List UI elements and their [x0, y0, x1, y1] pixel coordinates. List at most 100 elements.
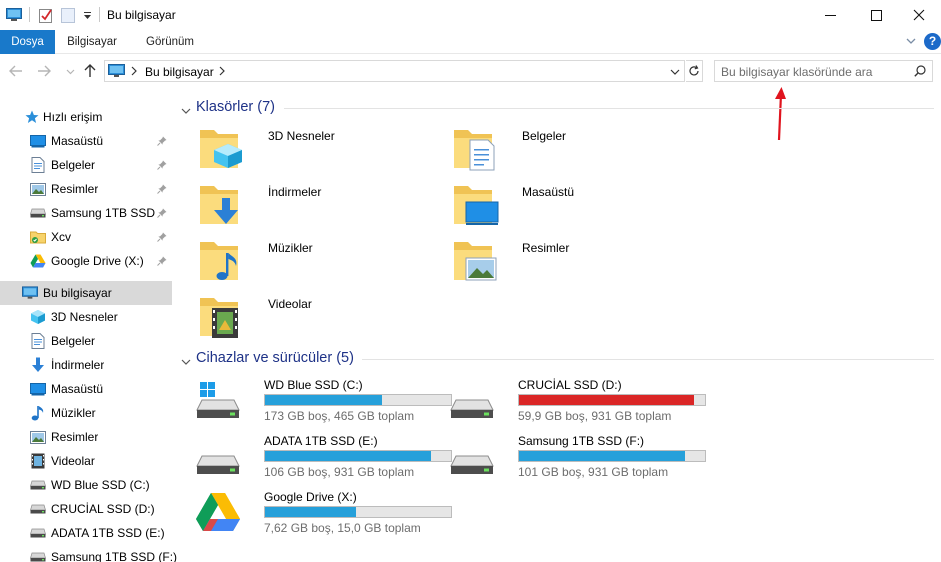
- sidebar-item[interactable]: Belgeler: [0, 153, 172, 177]
- pictures-icon: [30, 429, 46, 445]
- sidebar-item[interactable]: Belgeler: [0, 329, 172, 353]
- folder-item[interactable]: Belgeler: [452, 124, 702, 176]
- folder-name: Belgeler: [522, 129, 567, 143]
- pin-icon[interactable]: [157, 255, 167, 269]
- breadcrumb-chevron-icon[interactable]: [130, 65, 138, 80]
- file-list: Klasörler (7) 3D Nesneler Belgeler İndirme…: [176, 88, 941, 562]
- title-separator: [29, 7, 30, 22]
- group-header-drives[interactable]: Cihazlar ve sürücüler (5): [176, 349, 361, 369]
- minimize-button[interactable]: [807, 0, 853, 30]
- help-icon[interactable]: ?: [924, 33, 941, 50]
- breadcrumb-this-pc[interactable]: Bu bilgisayar: [145, 65, 214, 79]
- pin-icon[interactable]: [157, 231, 167, 245]
- search-input[interactable]: [721, 64, 906, 79]
- computer-icon: [108, 64, 125, 81]
- drive-item[interactable]: ADATA 1TB SSD (E:) 106 GB boş, 931 GB top…: [194, 432, 452, 484]
- drive-item[interactable]: WD Blue SSD (C:) 173 GB boş, 465 GB topla…: [194, 376, 452, 428]
- sidebar-item-label: İndirmeler: [51, 358, 105, 372]
- drive-name: WD Blue SSD (C:): [264, 378, 363, 392]
- folder-item[interactable]: 3D Nesneler: [198, 124, 448, 176]
- properties-icon[interactable]: [37, 6, 55, 24]
- sidebar-item[interactable]: Samsung 1TB SSD (F:): [0, 201, 172, 225]
- videos-icon: [30, 453, 46, 469]
- back-arrow-icon[interactable]: [8, 63, 24, 79]
- computer-icon[interactable]: [4, 6, 24, 24]
- drive-space-info: 106 GB boş, 931 GB toplam: [264, 465, 415, 479]
- pin-icon[interactable]: [157, 135, 167, 149]
- folder-item[interactable]: Masaüstü: [452, 180, 702, 232]
- address-dropdown-icon[interactable]: [670, 66, 680, 80]
- desktop-icon: [30, 133, 46, 149]
- folder-name: Videolar: [268, 297, 312, 311]
- pictures-icon: [30, 181, 46, 197]
- tab-computer[interactable]: Bilgisayar: [60, 30, 124, 54]
- search-box[interactable]: [714, 60, 933, 82]
- sidebar-item[interactable]: ADATA 1TB SSD (E:): [0, 521, 172, 545]
- new-folder-icon[interactable]: [59, 6, 77, 24]
- close-button[interactable]: [896, 0, 941, 30]
- drive-icon: [194, 432, 242, 480]
- sidebar-item-label: Samsung 1TB SSD (F:): [51, 550, 178, 562]
- sidebar-item-label: Resimler: [51, 182, 99, 196]
- folder-name: İndirmeler: [268, 185, 322, 199]
- drive-usage-bar: [518, 394, 706, 406]
- sidebar-item[interactable]: 3D Nesneler: [0, 305, 172, 329]
- forward-arrow-icon[interactable]: [36, 63, 52, 79]
- title-bar: Bu bilgisayar: [0, 0, 941, 30]
- pin-icon[interactable]: [157, 207, 167, 221]
- folder-item[interactable]: Videolar: [198, 292, 448, 344]
- drive-usage-bar: [518, 450, 706, 462]
- pin-icon[interactable]: [157, 183, 167, 197]
- group-header-folders[interactable]: Klasörler (7): [176, 98, 286, 118]
- drive-icon: [448, 376, 496, 424]
- google-drive-icon: [30, 253, 46, 269]
- star-icon: [24, 109, 40, 125]
- sidebar-item[interactable]: Xcv: [0, 225, 172, 249]
- sidebar-item-label: 3D Nesneler: [51, 310, 118, 324]
- drive-name: CRUCİAL SSD (D:): [518, 378, 622, 392]
- tab-file[interactable]: Dosya: [0, 30, 55, 54]
- sidebar-item[interactable]: Google Drive (X:): [0, 249, 172, 273]
- sidebar-item[interactable]: CRUCİAL SSD (D:): [0, 497, 172, 521]
- collapse-chevron-icon[interactable]: [181, 104, 191, 118]
- search-icon[interactable]: [914, 65, 926, 80]
- folder-item[interactable]: Resimler: [452, 236, 702, 288]
- address-bar[interactable]: Bu bilgisayar: [104, 60, 685, 82]
- drive-item[interactable]: Google Drive (X:) 7,62 GB boş, 15,0 GB to…: [194, 488, 452, 540]
- sidebar-item[interactable]: Müzikler: [0, 401, 172, 425]
- pin-icon[interactable]: [157, 159, 167, 173]
- drive-item[interactable]: Samsung 1TB SSD (F:) 101 GB boş, 931 GB t…: [448, 432, 706, 484]
- folder-item[interactable]: Müzikler: [198, 236, 448, 288]
- window-title: Bu bilgisayar: [107, 8, 176, 22]
- sidebar-item[interactable]: Resimler: [0, 177, 172, 201]
- drive-item[interactable]: CRUCİAL SSD (D:) 59,9 GB boş, 931 GB topl…: [448, 376, 706, 428]
- sidebar-item[interactable]: WD Blue SSD (C:): [0, 473, 172, 497]
- sidebar-item-label: Resimler: [51, 430, 99, 444]
- sidebar-item[interactable]: Masaüstü: [0, 129, 172, 153]
- sidebar-item-label: ADATA 1TB SSD (E:): [51, 526, 165, 540]
- pictures-folder-icon: [452, 236, 500, 284]
- sidebar-item[interactable]: Samsung 1TB SSD (F:): [0, 545, 177, 562]
- sidebar-item-this-pc[interactable]: Bu bilgisayar: [0, 281, 172, 305]
- up-arrow-icon[interactable]: [82, 63, 98, 79]
- sidebar-item[interactable]: Masaüstü: [0, 377, 172, 401]
- group-divider: [284, 108, 934, 109]
- folder-item[interactable]: İndirmeler: [198, 180, 448, 232]
- recent-locations-chevron-icon[interactable]: [62, 63, 78, 79]
- maximize-button[interactable]: [853, 0, 899, 30]
- sidebar-item[interactable]: Videolar: [0, 449, 172, 473]
- drive-usage-fill: [519, 451, 685, 461]
- breadcrumb-chevron-icon[interactable]: [218, 65, 226, 80]
- tab-view[interactable]: Görünüm: [136, 30, 204, 54]
- music-folder-icon: [198, 236, 246, 284]
- drive-icon: [30, 501, 46, 517]
- collapse-chevron-icon[interactable]: [181, 355, 191, 369]
- refresh-icon: [689, 65, 699, 76]
- sidebar-item[interactable]: İndirmeler: [0, 353, 172, 377]
- sidebar-item-quick-access[interactable]: Hızlı erişim: [0, 105, 172, 129]
- drive-space-info: 173 GB boş, 465 GB toplam: [264, 409, 415, 423]
- sidebar-item[interactable]: Resimler: [0, 425, 172, 449]
- customize-toolbar-icon[interactable]: [80, 6, 94, 24]
- refresh-button[interactable]: [686, 60, 703, 82]
- expand-ribbon-icon[interactable]: [905, 35, 917, 50]
